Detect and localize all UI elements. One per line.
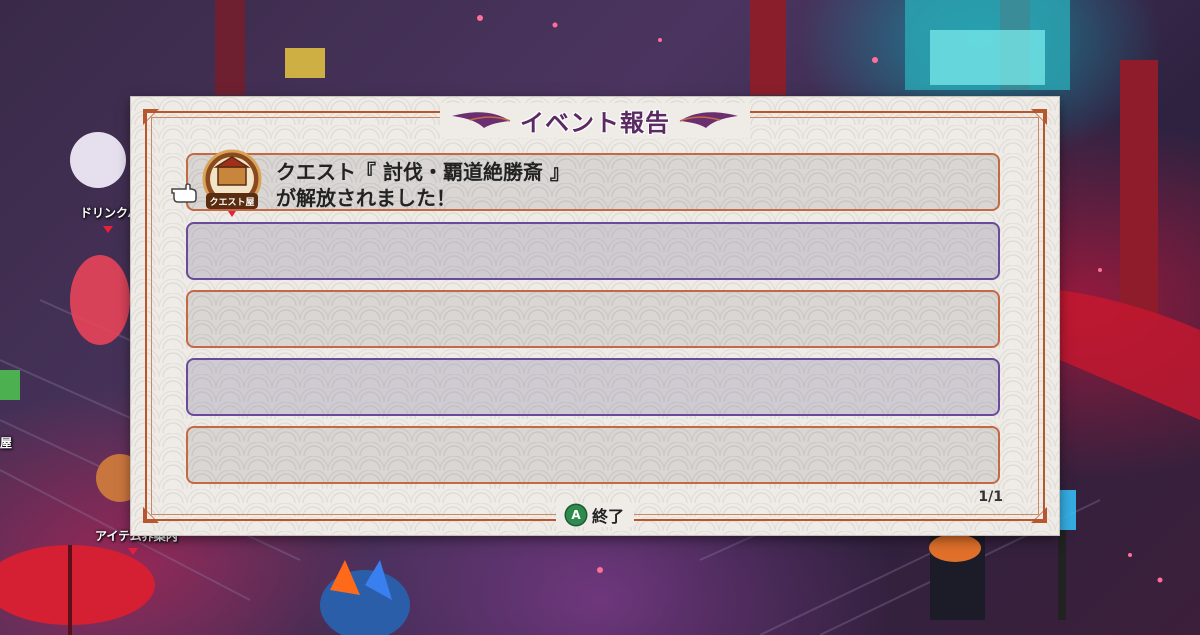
report-row-4 xyxy=(186,358,1000,416)
report-row-2 xyxy=(186,222,1000,280)
corner-ornament-icon xyxy=(143,507,159,523)
dialog-title-bar: イベント報告 xyxy=(440,103,750,138)
quest-shop-icon: クエスト屋 xyxy=(202,149,262,217)
pointer-hand-icon xyxy=(171,183,197,203)
report-row-text: クエスト『 討伐・覇道絶勝斎 』 が解放されました！ xyxy=(276,159,570,211)
report-row-5 xyxy=(186,426,1000,484)
corner-ornament-icon xyxy=(1031,507,1047,523)
wing-right-icon xyxy=(679,111,738,128)
event-report-dialog: イベント報告 クエスト屋 クエスト『 討伐・覇道絶勝斎 』 が解放されました！ … xyxy=(131,97,1059,535)
report-row-line2: が解放されました！ xyxy=(276,186,456,210)
npc-marker xyxy=(128,548,138,555)
corner-ornament-icon xyxy=(143,109,159,125)
page-indicator: 1/1 xyxy=(978,489,1003,505)
close-action[interactable]: A 終了 xyxy=(555,503,635,527)
wing-left-icon xyxy=(452,111,511,128)
a-button-icon[interactable]: A xyxy=(565,505,586,525)
report-row-3 xyxy=(186,290,1000,348)
close-label[interactable]: 終了 xyxy=(592,503,624,527)
quest-shop-icon-label: クエスト屋 xyxy=(209,197,254,208)
corner-ornament-icon xyxy=(1031,109,1047,125)
npc-marker xyxy=(103,226,113,233)
npc-label-shop: 屋 xyxy=(0,436,13,450)
dialog-title: イベント報告 xyxy=(520,109,670,137)
report-row-1[interactable]: クエスト屋 クエスト『 討伐・覇道絶勝斎 』 が解放されました！ xyxy=(171,149,1000,217)
report-row-line1: クエスト『 討伐・覇道絶勝斎 』 xyxy=(276,160,570,184)
